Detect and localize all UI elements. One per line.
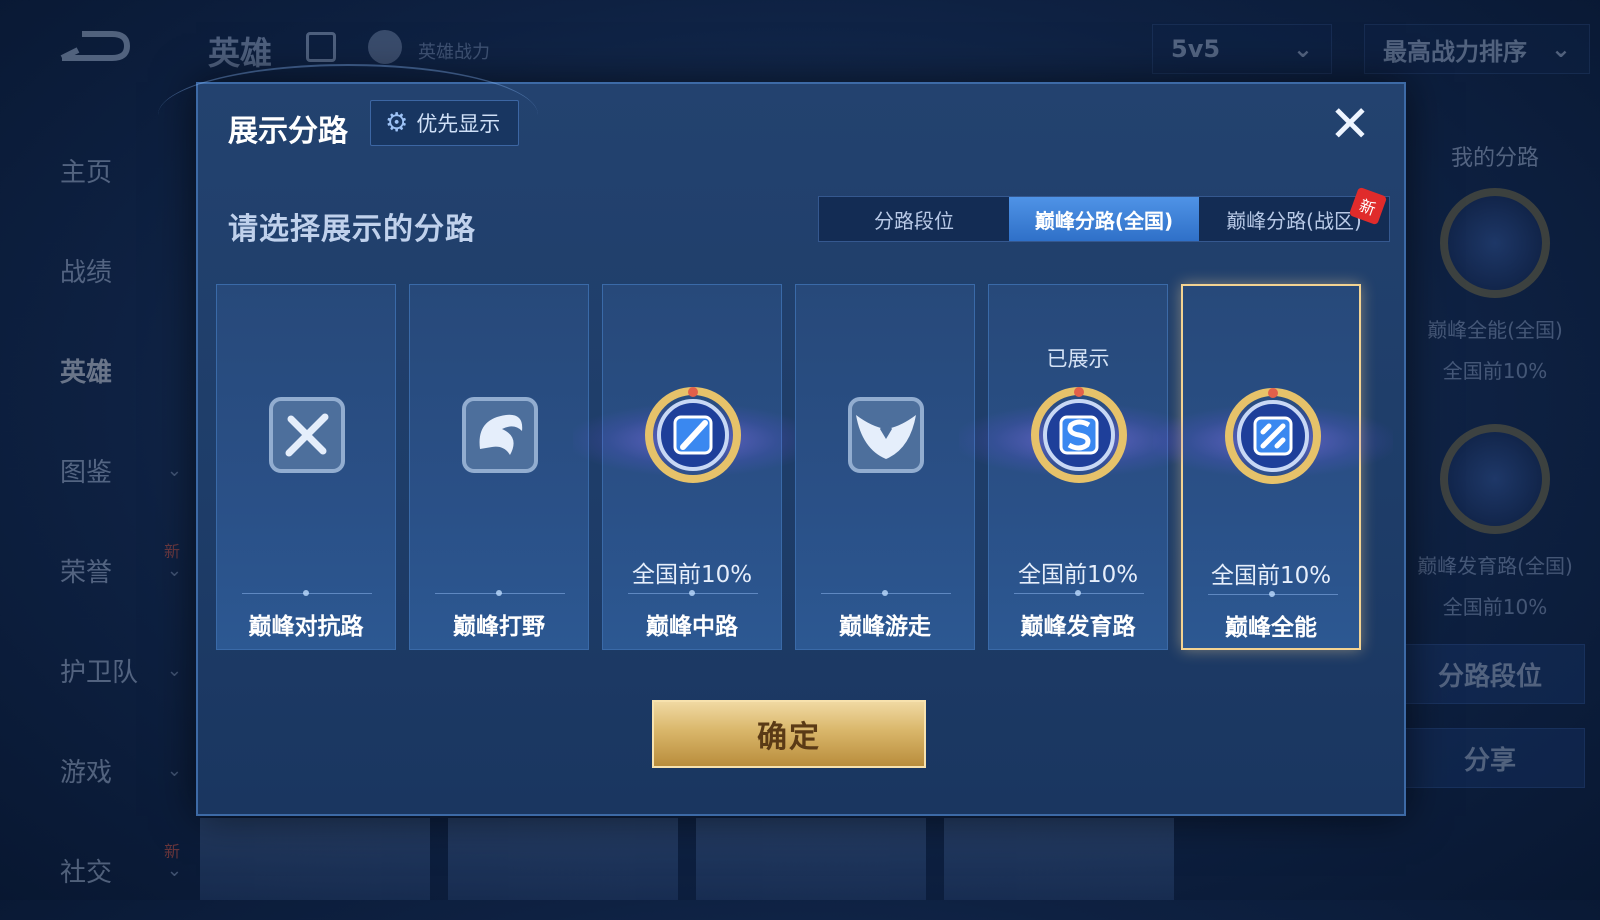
divider [242, 590, 372, 596]
chevron-down-icon: ⌄ [1550, 35, 1571, 63]
lane-name: 巅峰中路 [646, 614, 738, 640]
share-button[interactable]: 分享 [1395, 728, 1585, 788]
lane-card-all-round[interactable]: 全国前10% 巅峰全能 [1153, 284, 1393, 650]
confirm-button[interactable]: 确定 [652, 700, 926, 768]
lane-rank: 全国前10% [631, 562, 753, 588]
hero-card[interactable] [200, 818, 430, 900]
chevron-down-icon: ⌄ [166, 759, 182, 781]
gear-icon: ⚙ [385, 108, 409, 138]
new-badge: 新 [163, 542, 180, 561]
tab-label: 巅峰分路(全国) [1034, 208, 1174, 233]
sidebar-item-label: 战绩 [60, 257, 113, 288]
divider [1208, 591, 1338, 597]
sidebar-item-label: 护卫队 [60, 657, 139, 688]
hero-card[interactable] [696, 818, 926, 900]
lane-name: 巅峰全能 [1225, 615, 1317, 641]
page-title: 英雄 [208, 34, 273, 72]
chevron-down-icon: ⌄ [166, 559, 182, 581]
lane-rank-button[interactable]: 分路段位 [1395, 644, 1585, 704]
sort-select[interactable]: 最高战力排序 ⌄ [1364, 24, 1590, 74]
tab-lane-rank[interactable]: 分路段位 [819, 197, 1009, 241]
marksman-badge-icon [1440, 424, 1550, 534]
lane-card-mid[interactable]: 全国前10% 巅峰中路 [573, 284, 813, 650]
sidebar-item-collection[interactable]: 图鉴 ⌄ [40, 420, 190, 520]
lane-rank: 全国前10% [1017, 562, 1139, 588]
all-round-badge-icon [1440, 188, 1550, 298]
lane-display-dialog: 展示分路 ⚙ 优先显示 ✕ 请选择展示的分路 分路段位 巅峰分路(全国) 巅峰分… [158, 64, 1406, 816]
sidebar-item-record[interactable]: 战绩 [40, 220, 190, 320]
sidebar-item-game[interactable]: 游戏 ⌄ [40, 720, 190, 820]
lane-name: 巅峰打野 [453, 614, 545, 640]
divider [821, 590, 951, 596]
sort-select-value: 最高战力排序 [1383, 37, 1527, 66]
dialog-title: 展示分路 [228, 114, 348, 149]
divider [1014, 590, 1144, 596]
new-badge: 新 [163, 842, 180, 861]
sidebar-item-social[interactable]: 社交 新 ⌄ [40, 820, 190, 920]
close-icon[interactable]: ✕ [1324, 98, 1376, 150]
lane-card-roam[interactable]: 巅峰游走 [795, 284, 975, 650]
right-panel: 我的分路 巅峰全能(全国) 全国前10% 巅峰发育路(全国) 全国前10% 分路… [1395, 130, 1585, 788]
badge1-name: 巅峰全能(全国) [1427, 318, 1563, 342]
back-arrow-icon[interactable] [52, 28, 132, 68]
sword-cross-icon [269, 397, 345, 473]
tab-label: 分路段位 [874, 208, 954, 233]
sidebar-item-label: 英雄 [60, 357, 113, 388]
hero-strip [200, 818, 1200, 900]
sidebar-item-label: 主页 [60, 157, 113, 188]
hero-card[interactable] [448, 818, 678, 900]
sidebar-item-label: 社交 [60, 857, 113, 888]
priority-display-button[interactable]: ⚙ 优先显示 [370, 100, 520, 146]
badge2-rank: 全国前10% [1442, 595, 1548, 619]
lane-name: 巅峰游走 [839, 614, 931, 640]
priority-display-label: 优先显示 [416, 112, 501, 136]
lane-card-marksman[interactable]: 已展示 全国前10% 巅峰发育路 [959, 284, 1199, 650]
lane-card-top[interactable]: 巅峰对抗路 [216, 284, 396, 650]
hero-power-label[interactable]: 英雄战力 [418, 38, 490, 64]
mode-select-value: 5v5 [1171, 35, 1221, 63]
lane-name: 巅峰发育路 [1020, 614, 1136, 640]
mode-select[interactable]: 5v5 ⌄ [1152, 24, 1332, 74]
my-lane-label: 我的分路 [1450, 146, 1539, 171]
hero-card[interactable] [944, 818, 1174, 900]
select-prompt: 请选择展示的分路 [228, 212, 476, 247]
chevron-down-icon: ⌄ [166, 459, 182, 481]
shown-label: 已展示 [1046, 347, 1110, 371]
lane-card-list: 巅峰对抗路 巅峰打野 全国前10% 巅峰中路 巅峰游走 已展示 全国前10% 巅… [216, 284, 1393, 650]
mid-lane-badge-icon [645, 387, 741, 483]
sidebar-item-guard[interactable]: 护卫队 ⌄ [40, 620, 190, 720]
chevron-down-icon: ⌄ [1292, 35, 1313, 63]
hero-avatar-icon [368, 30, 402, 64]
wings-icon [848, 397, 924, 473]
lane-rank: 全国前10% [1210, 563, 1332, 589]
list-icon[interactable] [306, 32, 336, 62]
divider [628, 590, 758, 596]
badge2-name: 巅峰发育路(全国) [1417, 554, 1573, 578]
divider [435, 590, 565, 596]
all-round-badge-icon [1225, 388, 1321, 484]
tab-label: 巅峰分路(战区) [1226, 208, 1362, 233]
lane-name: 巅峰对抗路 [248, 614, 364, 640]
lane-tabs: 分路段位 巅峰分路(全国) 巅峰分路(战区) 新 [818, 186, 1390, 242]
sidebar-item-label: 荣誉 [60, 557, 113, 588]
sidebar-item-hero[interactable]: 英雄 [40, 320, 190, 420]
marksman-badge-icon [1031, 387, 1127, 483]
tab-peak-region[interactable]: 巅峰分路(战区) 新 [1199, 186, 1389, 241]
lane-card-jungle[interactable]: 巅峰打野 [409, 284, 589, 650]
chevron-down-icon: ⌄ [166, 659, 182, 681]
dragon-icon [462, 397, 538, 473]
tab-peak-national[interactable]: 巅峰分路(全国) [1009, 197, 1199, 241]
chevron-down-icon: ⌄ [166, 859, 182, 881]
sidebar: 主页 战绩 英雄 图鉴 ⌄ 荣誉新 ⌄ 护卫队 ⌄ 游戏 ⌄ 社交新 ⌄ [40, 120, 190, 920]
sidebar-item-label: 图鉴 [60, 457, 113, 488]
sidebar-item-honor[interactable]: 荣誉 新 ⌄ [40, 520, 190, 620]
sidebar-item-label: 游戏 [60, 757, 113, 788]
badge1-rank: 全国前10% [1442, 359, 1548, 383]
